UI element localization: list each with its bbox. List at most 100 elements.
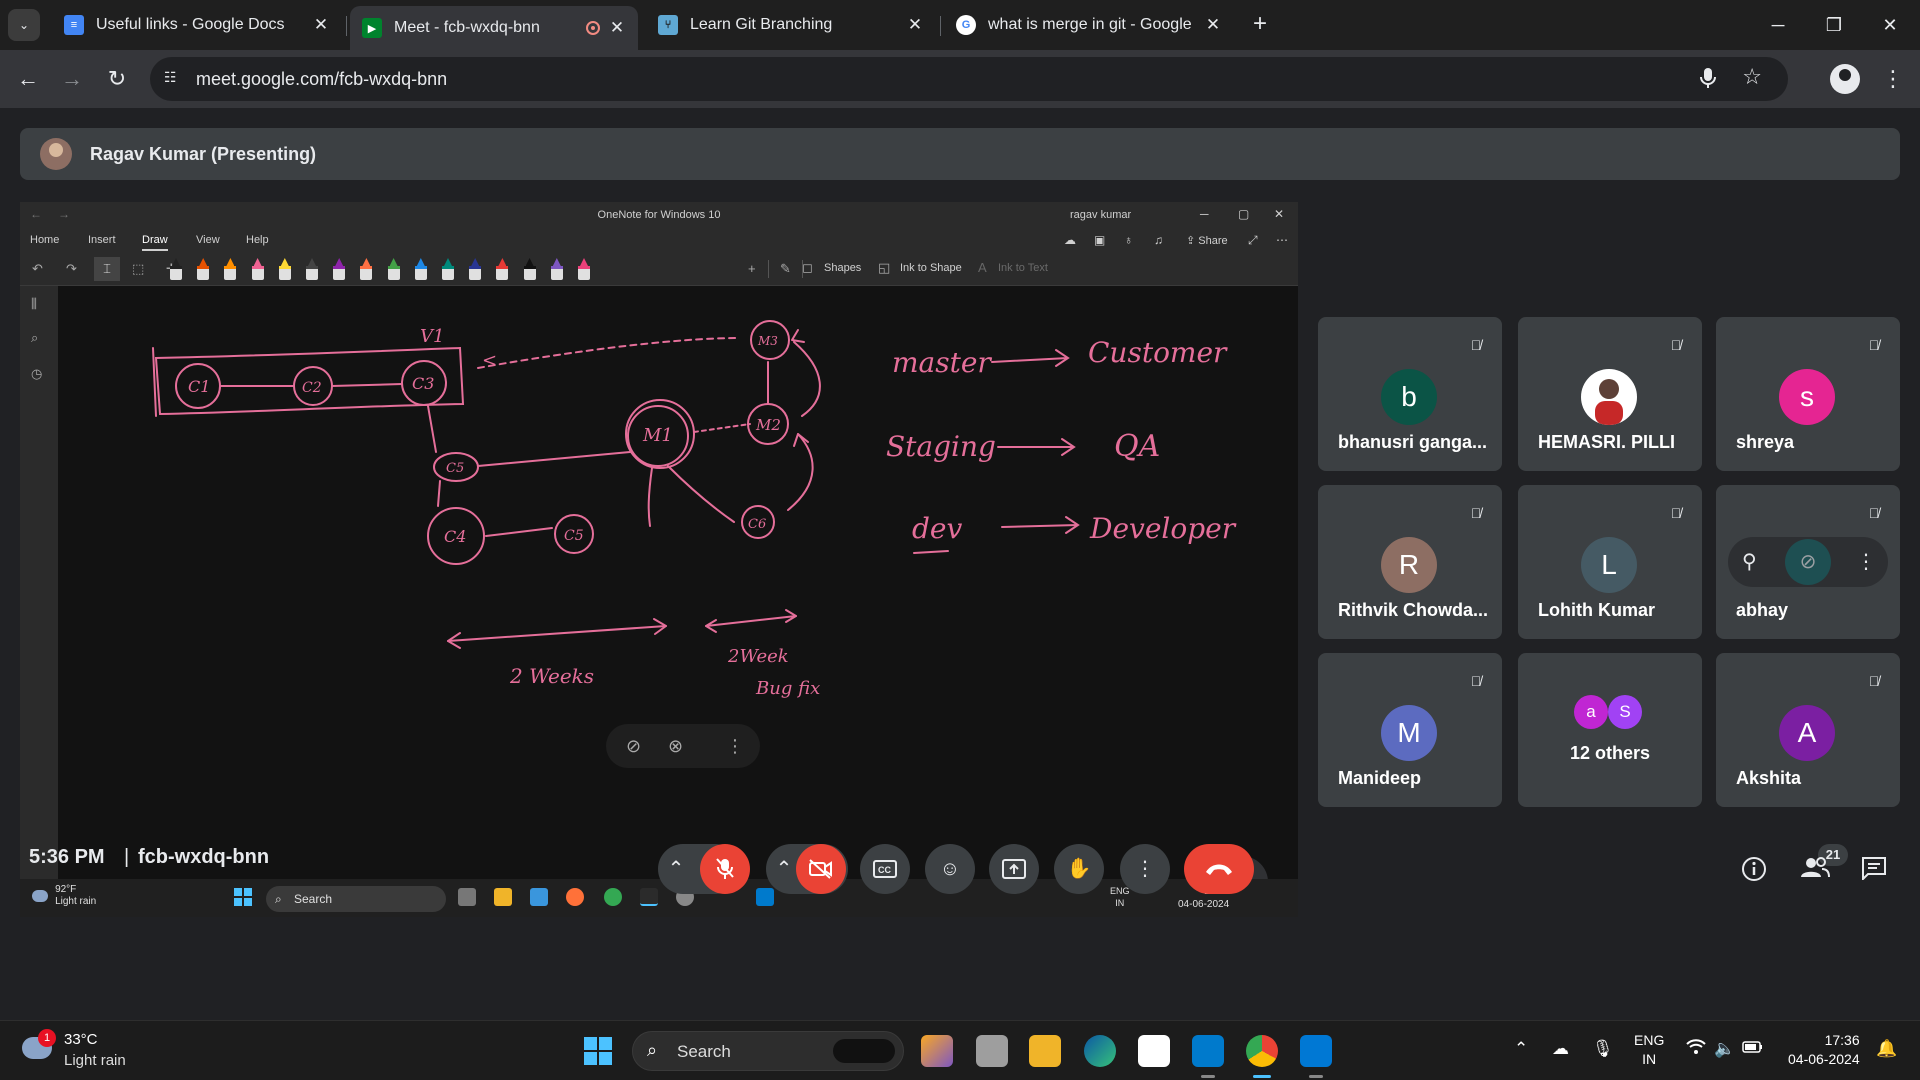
participant-tile[interactable]: 🎙̸ s shreya <box>1716 317 1900 471</box>
address-bar[interactable]: ☷ meet.google.com/fcb-wxdq-bnn ☆ <box>150 57 1788 101</box>
participant-tile[interactable]: 🎙̸ L Lohith Kumar <box>1518 485 1702 639</box>
onedrive-icon[interactable]: ☁ <box>1552 1039 1569 1059</box>
vscode-icon[interactable] <box>1192 1035 1224 1067</box>
notification-bell-icon[interactable]: 🔔 <box>1876 1039 1897 1059</box>
tab-learn-git-branching[interactable]: ⑂ Learn Git Branching ✕ <box>646 6 936 44</box>
participant-tile[interactable]: 🎙̸ R Rithvik Chowda... <box>1318 485 1502 639</box>
meeting-details-icon[interactable] <box>1740 856 1768 884</box>
video-settings-chevron-icon[interactable]: ⌃ <box>770 844 798 894</box>
taskbar-search-box[interactable]: ⌕ Search <box>632 1031 904 1071</box>
audio-settings-chevron-icon[interactable]: ⌃ <box>662 844 690 894</box>
meeting-code: fcb-wxdq-bnn <box>138 846 270 868</box>
outlook-icon[interactable] <box>1300 1035 1332 1067</box>
reload-button[interactable]: ↻ <box>102 64 132 94</box>
onenote-ink-to-text-icon: A <box>978 260 987 275</box>
microphone-tray-icon[interactable]: 🎙 <box>1592 1039 1614 1059</box>
unpin-icon: ⊘ <box>626 736 642 756</box>
participant-tile[interactable]: 🎙̸ b bhanusri ganga... <box>1318 317 1502 471</box>
onenote-ink-to-text-label: Ink to Text <box>998 262 1048 274</box>
edge-icon[interactable] <box>1084 1035 1116 1067</box>
url-text[interactable]: meet.google.com/fcb-wxdq-bnn <box>196 69 447 90</box>
camera-toggle-button[interactable] <box>796 844 846 894</box>
mute-participant-icon[interactable]: ⊘ <box>1785 539 1831 585</box>
tab-google-docs[interactable]: ≡ Useful links - Google Docs ✕ <box>52 6 342 44</box>
tab-meet[interactable]: ▶ Meet - fcb-wxdq-bnn ✕ <box>350 6 638 50</box>
tab-google-search[interactable]: G what is merge in git - Google Search ✕ <box>944 6 1234 44</box>
volume-icon[interactable]: 🔈 <box>1714 1039 1735 1059</box>
onenote-notebooks-icon: ⫼ <box>31 296 37 311</box>
participant-avatar: S <box>1608 695 1642 729</box>
participant-tile[interactable]: 🎙̸ ⚲ ⊘ ⋮ abhay <box>1716 485 1900 639</box>
more-options-button[interactable]: ⋮ <box>1120 844 1170 894</box>
show-hidden-icons-icon[interactable]: ⌃ <box>1514 1039 1528 1059</box>
language-indicator[interactable]: ENG IN <box>1634 1031 1664 1069</box>
tab-search-button[interactable]: ⌄ <box>8 9 40 41</box>
tile-hover-controls: ⚲ ⊘ ⋮ <box>1728 537 1888 587</box>
back-button[interactable]: ← <box>13 64 43 94</box>
close-tab-icon[interactable]: ✕ <box>1204 15 1222 35</box>
participant-name: bhanusri ganga... <box>1338 432 1488 452</box>
site-info-icon[interactable]: ☷ <box>164 69 184 89</box>
chat-icon[interactable] <box>1860 856 1888 884</box>
leave-call-button[interactable] <box>1184 844 1254 894</box>
raise-hand-button[interactable]: ✋ <box>1054 844 1104 894</box>
task-view-icon[interactable] <box>976 1035 1008 1067</box>
profile-avatar-icon[interactable] <box>1830 64 1860 94</box>
restore-window-button[interactable]: ❐ <box>1811 8 1857 42</box>
browser-menu-icon[interactable]: ⋮ <box>1882 64 1904 94</box>
chrome-icon[interactable] <box>1246 1035 1278 1067</box>
people-icon[interactable] <box>1800 856 1830 884</box>
forward-button[interactable]: → <box>57 64 87 94</box>
onenote-add-pen-icon: + <box>748 261 756 276</box>
onenote-share: ⇪ Share <box>1186 235 1228 247</box>
recording-indicator-icon <box>586 21 600 35</box>
onenote-undo-icon: ↶ <box>32 261 43 276</box>
minimize-window-button[interactable]: ─ <box>1755 8 1801 42</box>
pin-icon[interactable]: ⚲ <box>1742 549 1757 574</box>
weather-temperature[interactable]: 33°C <box>64 1031 98 1048</box>
weather-condition[interactable]: Light rain <box>64 1052 126 1069</box>
edge-m1-down <box>647 467 653 527</box>
participant-name: shreya <box>1736 432 1795 452</box>
taskbar-clock[interactable]: 17:36 04-06-2024 <box>1788 1031 1860 1069</box>
onenote-titlebar: ← → OneNote for Windows 10 ragav kumar ─… <box>20 202 1298 228</box>
close-tab-icon[interactable]: ✕ <box>608 18 626 38</box>
others-tile[interactable]: a S 12 others <box>1518 653 1702 807</box>
label-customer: Customer <box>1088 336 1228 369</box>
microphone-toggle-button[interactable] <box>700 844 750 894</box>
participant-tile[interactable]: 🎙̸ HEMASRI. PILLI <box>1518 317 1702 471</box>
close-tab-icon[interactable]: ✕ <box>906 15 924 35</box>
more-options-icon[interactable]: ⋮ <box>1856 549 1876 574</box>
taskbar-search-label: Search <box>677 1042 731 1061</box>
mic-off-icon: 🎙̸ <box>1470 337 1482 353</box>
microphone-icon[interactable] <box>1700 67 1716 94</box>
onenote-pen-icon <box>550 258 563 280</box>
close-tab-icon[interactable]: ✕ <box>312 15 330 35</box>
edge-m1-c6 <box>667 465 735 523</box>
copilot-icon[interactable] <box>921 1035 953 1067</box>
edge-c4-c5 <box>485 527 553 537</box>
participant-tile[interactable]: 🎙̸ M Manideep <box>1318 653 1502 807</box>
microsoft-store-icon[interactable] <box>1138 1035 1170 1067</box>
participant-tile[interactable]: 🎙̸ A Akshita <box>1716 653 1900 807</box>
others-label: 12 others <box>1569 743 1651 763</box>
emoji-reactions-button[interactable]: ☺ <box>925 844 975 894</box>
mic-off-icon: 🎙̸ <box>1868 673 1880 689</box>
browser-tab-strip: ⌄ ≡ Useful links - Google Docs ✕ ▶ Meet … <box>0 0 1920 50</box>
edge-c2-c3 <box>331 383 403 387</box>
battery-icon[interactable] <box>1742 1039 1764 1059</box>
new-tab-button[interactable]: + <box>1245 10 1275 40</box>
captions-button[interactable]: CC <box>860 844 910 894</box>
onenote-recent-icon: ◷ <box>31 366 43 381</box>
close-window-button[interactable]: ✕ <box>1867 8 1913 42</box>
windows-start-icon[interactable] <box>584 1037 612 1065</box>
file-explorer-icon[interactable] <box>1029 1035 1061 1067</box>
label-m2: M2 <box>755 416 781 434</box>
wifi-icon[interactable] <box>1686 1039 1706 1060</box>
app-running-indicator <box>1309 1075 1323 1078</box>
dev-underline <box>913 550 949 554</box>
present-screen-button[interactable] <box>989 844 1039 894</box>
onenote-pen-icon <box>387 258 400 280</box>
screen-root: ⌄ ≡ Useful links - Google Docs ✕ ▶ Meet … <box>0 0 1920 1080</box>
bookmark-star-icon[interactable]: ☆ <box>1742 64 1762 90</box>
